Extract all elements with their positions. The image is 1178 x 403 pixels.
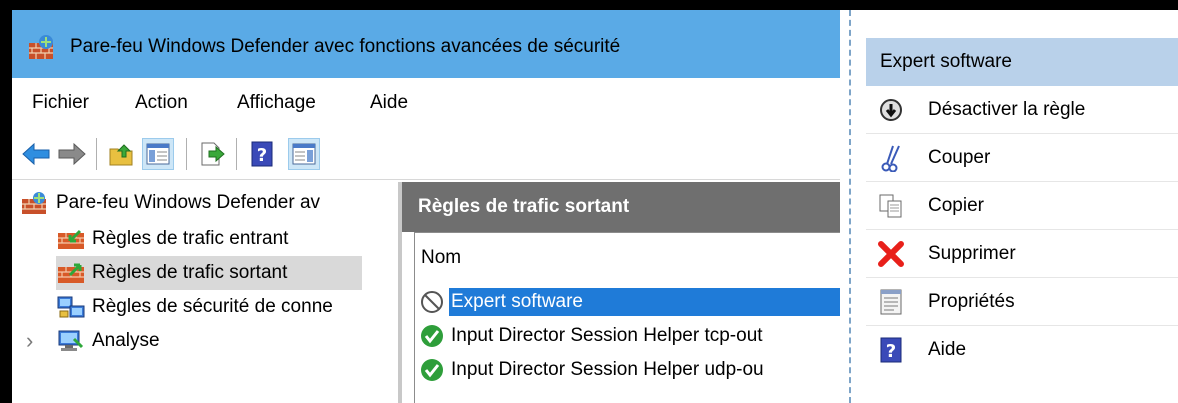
action-label: Désactiver la règle: [928, 98, 1086, 120]
show-hide-action-pane-button[interactable]: [288, 138, 320, 170]
monitoring-icon: [58, 330, 84, 351]
connection-security-icon: [57, 296, 85, 318]
tree-item-inbound-rules[interactable]: Règles de trafic entrant: [56, 222, 356, 256]
enabled-check-icon: [421, 325, 443, 347]
action-label: Propriétés: [928, 290, 1015, 312]
action-properties[interactable]: Propriétés: [866, 278, 1178, 326]
results-pane: Règles de trafic sortant Nom Expert soft…: [402, 182, 840, 403]
properties-icon: [880, 289, 902, 314]
back-arrow-icon: [22, 142, 50, 166]
menu-action[interactable]: Action: [135, 92, 188, 114]
scissors-icon: [881, 145, 900, 172]
action-help[interactable]: ? Aide: [866, 326, 1178, 374]
svg-text:?: ?: [886, 341, 896, 362]
action-disable-rule[interactable]: Désactiver la règle: [866, 86, 1178, 134]
action-delete[interactable]: Supprimer: [866, 230, 1178, 278]
results-pane-title: Règles de trafic sortant: [418, 196, 630, 217]
up-folder-button[interactable]: [106, 138, 138, 170]
actions-gap: [840, 10, 866, 403]
rule-name: Input Director Session Helper tcp-out: [451, 325, 763, 346]
export-list-button[interactable]: [196, 138, 228, 170]
delete-x-icon: [878, 240, 904, 267]
menu-fichier[interactable]: Fichier: [32, 92, 89, 114]
outbound-rules-icon: [58, 263, 84, 283]
action-label: Copier: [928, 194, 984, 216]
up-folder-icon: [109, 144, 133, 166]
show-hide-console-tree-button[interactable]: [142, 138, 174, 170]
svg-text:?: ?: [257, 145, 267, 166]
action-copy[interactable]: Copier: [866, 182, 1178, 230]
action-label: Aide: [928, 339, 967, 360]
results-pane-header: Règles de trafic sortant: [402, 182, 840, 232]
toolbar-separator: [186, 138, 187, 170]
rule-row[interactable]: Input Director Session Helper tcp-out: [419, 319, 840, 353]
help-icon: ?: [880, 337, 902, 363]
toolbar-separator: [236, 138, 237, 170]
menu-aide[interactable]: Aide: [370, 92, 408, 114]
firewall-icon: [22, 192, 46, 214]
help-icon: ?: [251, 141, 273, 167]
forward-arrow-icon: [58, 142, 86, 166]
menu-affichage[interactable]: Affichage: [237, 92, 316, 114]
rule-name: Input Director Session Helper udp-ou: [451, 359, 764, 380]
column-header-name[interactable]: Nom: [421, 247, 461, 269]
action-label: Supprimer: [928, 242, 1016, 264]
inbound-rules-icon: [58, 229, 84, 249]
tree-item-label: Règles de trafic entrant: [92, 228, 289, 249]
tree-root-label: Pare-feu Windows Defender av: [56, 192, 321, 213]
console-tree: Pare-feu Windows Defender av Règles de t…: [12, 182, 398, 403]
firewall-window: Pare-feu Windows Defender avec fonctions…: [12, 10, 840, 403]
rule-row[interactable]: Input Director Session Helper udp-ou: [419, 353, 840, 387]
actions-header[interactable]: Expert software: [866, 38, 1178, 86]
tree-item-outbound-rules[interactable]: Règles de trafic sortant: [56, 256, 362, 290]
chevron-right-icon[interactable]: ›: [26, 328, 56, 354]
tree-item-label: Analyse: [92, 330, 160, 351]
help-button[interactable]: ?: [246, 138, 278, 170]
tree-item-connection-security-rules[interactable]: Règles de sécurité de conne: [56, 290, 333, 324]
tree-item-monitoring[interactable]: › Analyse: [26, 324, 160, 358]
enabled-check-icon: [421, 359, 443, 381]
rules-list: Nom Expert software Input Director Sessi…: [414, 232, 840, 403]
firewall-app-icon: [29, 35, 53, 59]
tree-item-label: Règles de trafic sortant: [92, 262, 288, 283]
copy-icon: [879, 194, 902, 217]
actions-pane: Expert software Désactiver la règle Coup…: [866, 38, 1178, 403]
tree-root-item[interactable]: Pare-feu Windows Defender av: [20, 186, 320, 220]
dashed-separator: [849, 10, 851, 403]
disabled-rule-icon: [421, 291, 443, 313]
screen-frame-left: [0, 0, 12, 403]
rule-name: Expert software: [449, 288, 840, 316]
action-label: Couper: [928, 146, 991, 168]
show-hide-action-pane-icon: [292, 143, 316, 165]
action-cut[interactable]: Couper: [866, 134, 1178, 182]
forward-button[interactable]: [56, 138, 88, 170]
title-bar[interactable]: Pare-feu Windows Defender avec fonctions…: [12, 10, 840, 78]
back-button[interactable]: [20, 138, 52, 170]
menu-bar: Fichier Action Affichage Aide: [12, 78, 840, 128]
toolbar: ?: [12, 128, 840, 180]
toolbar-separator: [96, 138, 97, 170]
screen-frame-top: [0, 0, 1178, 10]
export-list-icon: [201, 142, 225, 166]
actions-header-title: Expert software: [880, 51, 1012, 72]
tree-item-label: Règles de sécurité de conne: [92, 296, 333, 317]
disable-rule-icon: [880, 98, 902, 121]
show-hide-console-tree-icon: [146, 143, 170, 165]
rule-row[interactable]: Expert software: [419, 285, 840, 319]
window-title: Pare-feu Windows Defender avec fonctions…: [70, 36, 621, 57]
